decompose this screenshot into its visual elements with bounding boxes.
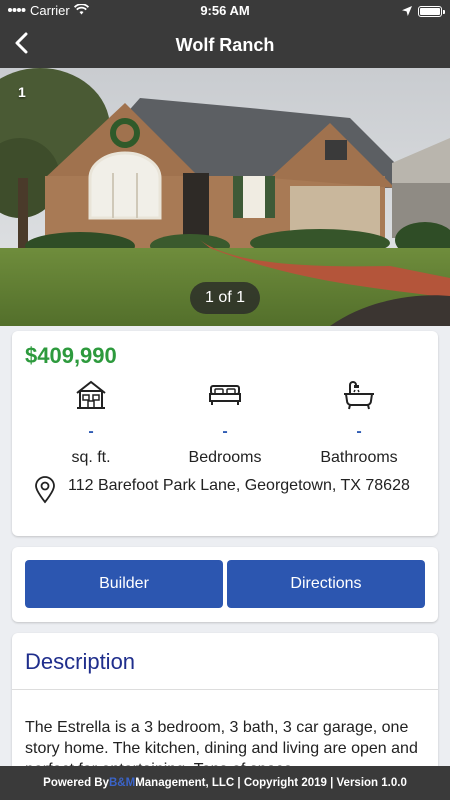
sqft-value: - bbox=[88, 423, 94, 440]
bathrooms-value: - bbox=[356, 423, 362, 440]
price: $409,990 bbox=[25, 343, 117, 368]
clock: 9:56 AM bbox=[200, 3, 250, 18]
listing-info-card: $409,990 - sq. ft. - Bedrooms - Bathroom… bbox=[12, 331, 438, 536]
bed-icon bbox=[158, 379, 292, 411]
footer-brand: B&M bbox=[108, 777, 136, 789]
bedrooms-label: Bedrooms bbox=[188, 449, 262, 466]
house-icon bbox=[24, 379, 158, 411]
image-index: 1 bbox=[18, 84, 26, 100]
status-bar: Carrier 9:56 AM bbox=[0, 0, 450, 22]
stat-sqft: - sq. ft. bbox=[24, 379, 158, 467]
footer-suffix: Management, LLC | Copyright 2019 | Versi… bbox=[135, 777, 407, 789]
bathtub-icon bbox=[292, 379, 426, 411]
image-counter: 1 of 1 bbox=[190, 282, 260, 314]
page-title: Wolf Ranch bbox=[175, 35, 275, 55]
sqft-label: sq. ft. bbox=[71, 449, 111, 466]
address-text: 112 Barefoot Park Lane, Georgetown, TX 7… bbox=[68, 477, 410, 494]
battery-icon bbox=[418, 6, 445, 17]
footer: Powered By B&M Management, LLC | Copyrig… bbox=[0, 766, 450, 800]
map-pin-icon bbox=[34, 476, 56, 509]
builder-button[interactable]: Builder bbox=[25, 560, 223, 608]
description-divider bbox=[12, 689, 438, 690]
bedrooms-value: - bbox=[222, 423, 228, 440]
description-heading: Description bbox=[25, 649, 136, 674]
directions-button[interactable]: Directions bbox=[227, 560, 425, 608]
location-arrow-icon bbox=[402, 4, 412, 19]
stat-bedrooms: - Bedrooms bbox=[158, 379, 292, 467]
navigation-bar: Wolf Ranch bbox=[0, 22, 450, 68]
address-row[interactable]: 112 Barefoot Park Lane, Georgetown, TX 7… bbox=[34, 476, 414, 509]
footer-prefix: Powered By bbox=[43, 777, 109, 789]
actions-card: Builder Directions bbox=[12, 547, 438, 622]
bathrooms-label: Bathrooms bbox=[320, 449, 398, 466]
stat-bathrooms: - Bathrooms bbox=[292, 379, 426, 467]
